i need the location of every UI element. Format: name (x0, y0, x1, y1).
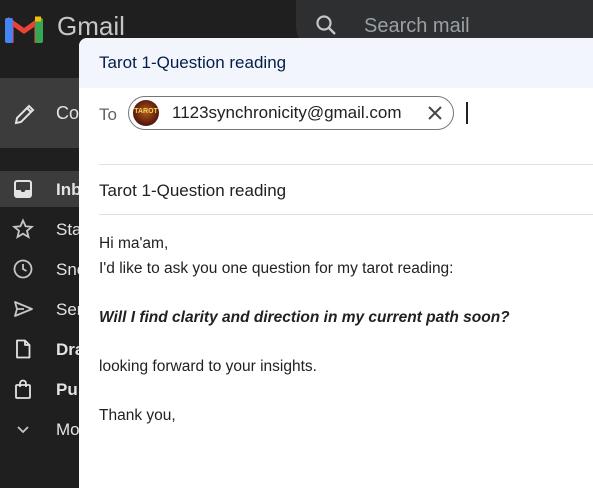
sidebar-item-label: Inb (56, 180, 82, 199)
close-icon[interactable] (427, 105, 443, 121)
sidebar-item-label: Sta (56, 220, 82, 239)
shopping-bag-icon (15, 379, 31, 399)
compose-window: Tarot 1-Question reading To TAROT 1123sy… (79, 38, 593, 488)
gmail-logo-icon[interactable] (4, 13, 44, 43)
divider (99, 164, 593, 165)
compose-title: Tarot 1-Question reading (99, 53, 287, 72)
body-line: looking forward to your insights. (99, 357, 317, 375)
send-icon (14, 301, 33, 317)
inbox-icon (14, 180, 32, 198)
star-icon (12, 218, 34, 239)
recipients-field[interactable]: To TAROT 1123synchronicity@gmail.com (79, 88, 593, 164)
body-line: Hi ma'am, (99, 235, 169, 252)
compose-header[interactable]: Tarot 1-Question reading (79, 38, 593, 88)
search-input[interactable]: Search mail (364, 15, 470, 38)
search-icon[interactable] (314, 13, 338, 37)
sidebar-item-label: Pu (56, 380, 78, 399)
compose-label: Co (56, 103, 80, 123)
body-line: I'd like to ask you one question for my … (99, 259, 454, 277)
avatar-text: TAROT (134, 108, 158, 115)
sidebar-item-label: Mo (56, 420, 80, 439)
message-body[interactable]: Hi ma'am, I'd like to ask you one questi… (99, 232, 579, 428)
snooze-clock-icon (13, 259, 33, 279)
text-cursor (466, 102, 468, 124)
divider (99, 214, 593, 215)
chevron-down-icon (17, 426, 29, 434)
pencil-icon (14, 104, 35, 125)
avatar: TAROT (133, 100, 159, 126)
recipient-email: 1123synchronicity@gmail.com (172, 103, 402, 122)
recipient-chip[interactable]: TAROT 1123synchronicity@gmail.com (128, 96, 454, 130)
subject-field[interactable]: Tarot 1-Question reading (99, 181, 286, 201)
to-label: To (99, 105, 117, 124)
body-line: Thank you, (99, 406, 176, 424)
draft-file-icon (16, 339, 31, 359)
body-question: Will I find clarity and direction in my … (99, 308, 510, 326)
